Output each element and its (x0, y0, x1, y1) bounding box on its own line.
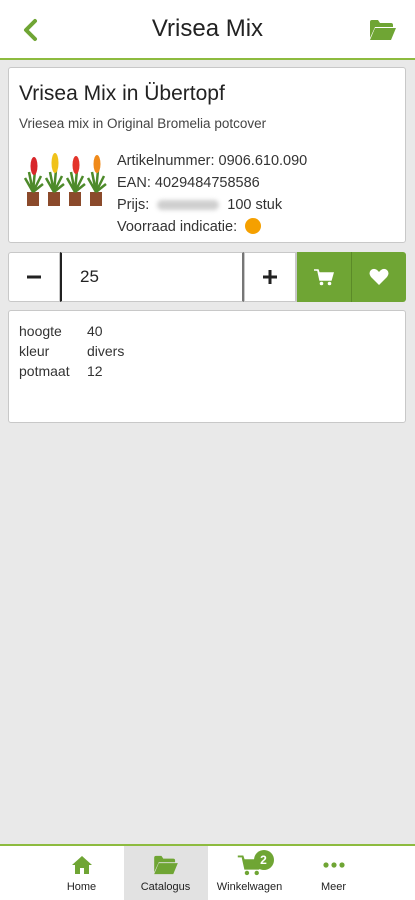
property-key: potmaat (19, 363, 70, 379)
product-card: Vrisea Mix in Übertopf Vriesea mix in Or… (8, 67, 406, 243)
decrease-quantity-button[interactable] (8, 252, 60, 302)
increase-quantity-button[interactable] (244, 252, 296, 302)
cart-count-badge: 2 (253, 850, 274, 870)
price-label: Prijs: (117, 197, 150, 213)
tab-winkelwagen[interactable]: 2 Winkelwagen (208, 846, 292, 900)
minus-icon (27, 275, 41, 279)
article-number: 0906.610.090 (218, 153, 308, 169)
heart-icon (369, 268, 389, 285)
price-row: Prijs: 100 stuk (117, 194, 307, 216)
add-to-favorites-button[interactable] (351, 252, 406, 302)
folder-button[interactable] (367, 16, 399, 44)
tab-winkelwagen-label: Winkelwagen (216, 881, 283, 893)
quantity-input[interactable] (60, 252, 244, 302)
property-key: hoogte (19, 323, 62, 339)
property-value: 40 (87, 323, 103, 339)
product-details: Artikelnummer: 0906.610.090 EAN: 4029484… (117, 150, 307, 238)
plus-icon (263, 270, 277, 284)
product-title: Vrisea Mix in Übertopf (19, 82, 225, 105)
tab-meer[interactable]: Meer (292, 846, 376, 900)
tab-catalogus-label: Catalogus (140, 881, 191, 893)
ean-value: 4029484758586 (154, 175, 260, 191)
quantity-bar (8, 252, 406, 302)
property-row: hoogte 40 (19, 321, 124, 341)
add-to-cart-button[interactable] (296, 252, 351, 302)
properties-table: hoogte 40 kleur divers potmaat 12 (19, 321, 124, 381)
tab-home-label: Home (66, 881, 97, 893)
article-number-row: Artikelnummer: 0906.610.090 (117, 150, 307, 172)
chevron-left-icon (24, 19, 37, 41)
property-value: divers (87, 343, 125, 359)
stock-indicator (245, 218, 262, 234)
more-icon (322, 862, 345, 868)
property-row: potmaat 12 (19, 361, 124, 381)
product-subtitle: Vriesea mix in Original Bromelia potcove… (19, 116, 267, 131)
product-image (23, 153, 107, 206)
properties-panel: hoogte 40 kleur divers potmaat 12 (8, 310, 406, 423)
article-number-label: Artikelnummer: (117, 153, 215, 169)
page-title: Vrisea Mix (151, 15, 264, 42)
folder-open-icon (370, 20, 396, 40)
ean-row: EAN: 4029484758586 (117, 172, 307, 194)
stock-row: Voorraad indicatie: (117, 216, 307, 238)
property-key: kleur (19, 343, 50, 359)
tab-home[interactable]: Home (40, 846, 124, 900)
property-row: kleur divers (19, 341, 124, 361)
home-icon (71, 856, 92, 874)
price-value-blurred (157, 200, 220, 211)
bottom-tab-bar: Home Catalogus 2 Winkelwagen Meer (0, 844, 415, 900)
cart-icon (314, 269, 334, 286)
folder-open-icon (153, 855, 178, 875)
ean-label: EAN: (117, 175, 151, 191)
top-bar: Vrisea Mix (0, 0, 415, 60)
tab-catalogus[interactable]: Catalogus (123, 846, 208, 900)
back-button[interactable] (16, 16, 44, 44)
property-value: 12 (87, 363, 103, 379)
tab-meer-label: Meer (320, 881, 347, 893)
price-unit: 100 stuk (227, 197, 283, 213)
stock-label: Voorraad indicatie: (117, 219, 238, 235)
